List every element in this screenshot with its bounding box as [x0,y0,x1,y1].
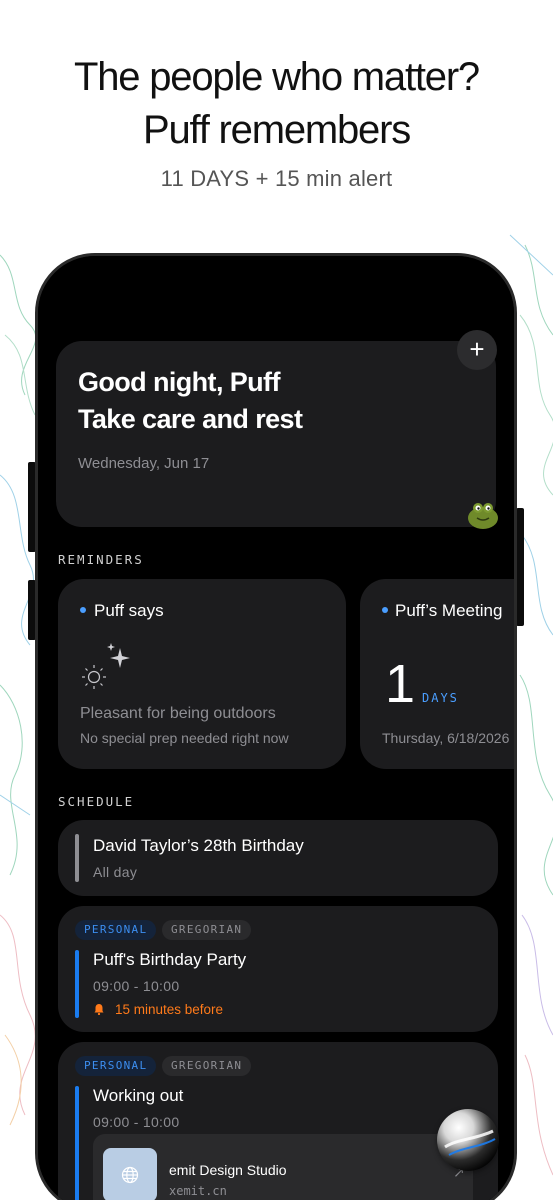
event-card-birthday[interactable]: David Taylor’s 28th Birthday All day [58,820,498,896]
bell-icon [94,1004,104,1015]
globe-icon [121,1166,139,1184]
meeting-date: Thursday, 6/18/2026 [382,730,510,746]
tag-gregorian: GREGORIAN [162,1056,252,1076]
event-title: David Taylor’s 28th Birthday [93,836,304,855]
event-card-party[interactable]: PERSONAL GREGORIAN Puff's Birthday Party… [58,906,498,1032]
event-time: 09:00 - 10:00 [93,1114,180,1130]
days-count: 1 [385,654,416,714]
orb-swirl-icon [444,1129,496,1156]
promo-title-line1: The people who matter? [74,55,480,99]
reminder-dot [80,607,86,613]
link-title: emit Design Studio [169,1162,287,1178]
reminder-dot [382,607,388,613]
link-preview-card[interactable]: emit Design Studio xemit.cn ↗ [93,1134,473,1200]
plus-icon: + [469,334,485,364]
reminder-card-puff-says[interactable]: Puff says Pleasant for being outdoors No… [58,579,346,769]
sun-sparkle-icon [82,643,130,689]
tag-personal: PERSONAL [75,920,157,940]
floating-orb-button[interactable] [437,1109,499,1171]
frog-mascot-icon [468,503,498,529]
weather-text: Pleasant for being outdoors [80,705,276,722]
status-bar-area [93,268,489,307]
greeting-card: Good night, Puff Take care and rest Wedn… [56,341,496,527]
link-url: xemit.cn [169,1184,227,1198]
promo-title-line2: Puff remembers [142,108,411,152]
event-color-bar [75,1086,79,1200]
greeting-line2: Take care and rest [78,404,303,434]
event-time: All day [93,864,138,880]
reminder-title: Puff says [94,601,164,620]
add-button[interactable]: + [457,330,497,370]
reminder-title: Puff’s Meeting [395,601,503,620]
weather-subtext: No special prep needed right now [80,730,289,746]
days-unit: DAYS [422,691,459,705]
event-color-bar [75,834,79,882]
reminder-card-meeting[interactable]: Puff’s Meeting 1 DAYS Thursday, 6/18/202… [360,579,514,769]
phone-frame: Good night, Puff Take care and rest Wedn… [35,253,517,1200]
reminders-section-label: REMINDERS [58,552,144,567]
greeting-line1: Good night, Puff [78,367,280,397]
tag-gregorian: GREGORIAN [162,920,252,940]
event-alert: 15 minutes before [93,1002,223,1017]
greeting-date: Wednesday, Jun 17 [78,455,210,472]
event-time: 09:00 - 10:00 [93,978,180,994]
event-card-workout[interactable]: PERSONAL GREGORIAN Working out 09:00 - 1… [58,1042,498,1200]
power-button [516,508,524,626]
schedule-section-label: SCHEDULE [58,794,135,809]
promo-subtitle: 11 DAYS + 15 min alert [160,166,393,191]
event-title: Puff's Birthday Party [93,950,247,969]
event-color-bar [75,950,79,1018]
event-alert-text: 15 minutes before [115,1002,224,1017]
event-title: Working out [93,1086,184,1105]
tag-personal: PERSONAL [75,1056,157,1076]
app-screen: Good night, Puff Take care and rest Wedn… [38,256,514,1200]
link-thumbnail [103,1148,157,1200]
